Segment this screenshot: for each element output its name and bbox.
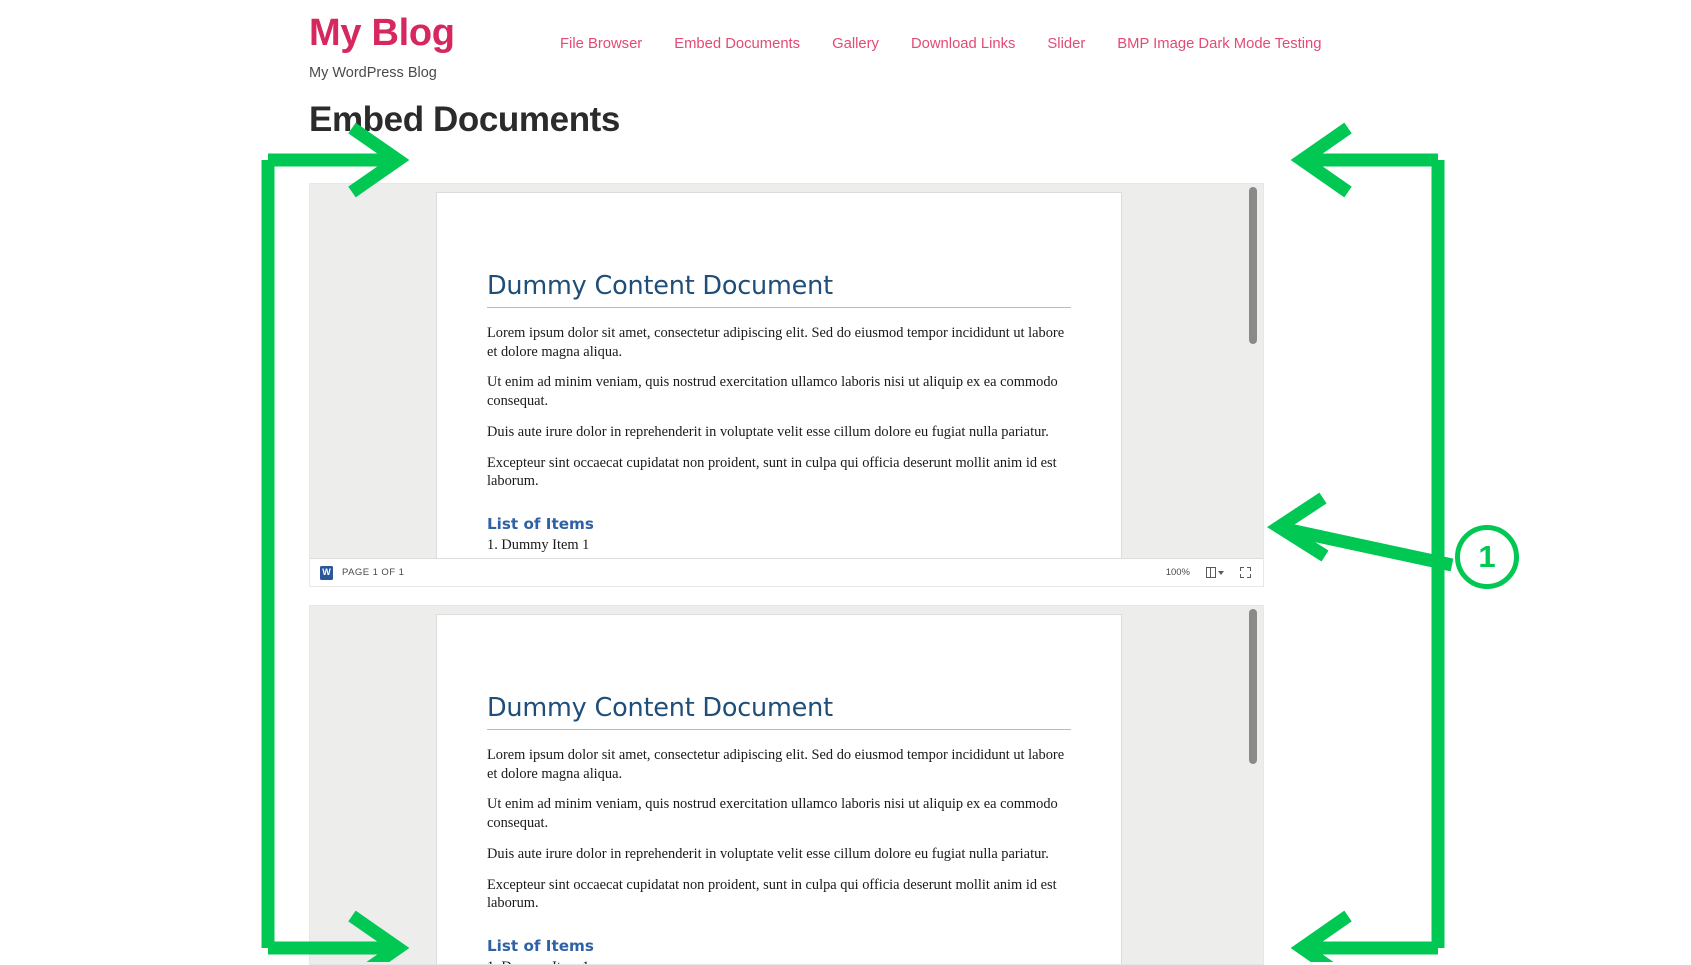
document-paragraph: Excepteur sint occaecat cupidatat non pr… [487, 876, 1057, 912]
page-title: Embed Documents [309, 100, 620, 139]
document-paragraph: Duis aute irure dolor in reprehenderit i… [487, 423, 1049, 440]
embed-frame: Dummy Content Document Lorem ipsum dolor… [309, 605, 1264, 965]
chevron-down-icon [1218, 570, 1224, 575]
site-tagline: My WordPress Blog [309, 64, 437, 81]
annotation-step-badge: 1 [1455, 525, 1519, 589]
document-paragraph: Duis aute irure dolor in reprehenderit i… [487, 845, 1049, 862]
viewer-vertical-scrollbar[interactable] [1249, 609, 1257, 961]
nav-item-file-browser[interactable]: File Browser [560, 36, 658, 52]
scrollbar-thumb[interactable] [1249, 187, 1257, 344]
nav-item-gallery[interactable]: Gallery [816, 36, 895, 52]
document-paragraph: Excepteur sint occaecat cupidatat non pr… [487, 454, 1057, 490]
site-branding: My Blog My WordPress Blog [309, 13, 455, 81]
site-title[interactable]: My Blog [309, 13, 455, 54]
document-embed-viewer-1[interactable]: Dummy Content Document Lorem ipsum dolor… [309, 183, 1264, 587]
document-paragraph: Ut enim ad minim veniam, quis nostrud ex… [487, 796, 1058, 832]
toolbar-left-group: PAGE 1 OF 1 [320, 565, 405, 580]
document-list-heading: List of Items [487, 937, 594, 956]
document-heading: Dummy Content Document [487, 271, 833, 301]
annotation-arrowhead-badge-pointer [1267, 492, 1329, 562]
embed-frame: Dummy Content Document Lorem ipsum dolor… [309, 183, 1264, 587]
toolbar-right-group: 100% [1166, 566, 1251, 579]
annotation-badge-pointer [1283, 522, 1454, 572]
document-paragraph: Ut enim ad minim veniam, quis nostrud ex… [487, 374, 1058, 410]
document-paragraph: Lorem ipsum dolor sit amet, consectetur … [487, 325, 1065, 360]
document-paragraph: Lorem ipsum dolor sit amet, consectetur … [487, 747, 1065, 782]
viewer-vertical-scrollbar[interactable] [1249, 187, 1257, 555]
document-heading-rule [487, 729, 1071, 730]
viewer-scroll-area[interactable]: Dummy Content Document Lorem ipsum dolor… [310, 184, 1263, 558]
viewer-scroll-area[interactable]: Dummy Content Document Lorem ipsum dolor… [310, 606, 1263, 964]
document-heading: Dummy Content Document [487, 693, 833, 723]
document-heading-rule [487, 307, 1071, 308]
nav-item-download-links[interactable]: Download Links [895, 36, 1031, 52]
document-embed-viewer-2[interactable]: Dummy Content Document Lorem ipsum dolor… [309, 605, 1264, 965]
document-page: Dummy Content Document Lorem ipsum dolor… [436, 614, 1122, 964]
page-fit-button[interactable] [1206, 566, 1224, 579]
nav-item-slider[interactable]: Slider [1031, 36, 1101, 52]
document-list-item: 1. Dummy Item 1 [487, 958, 1071, 964]
page-indicator: PAGE 1 OF 1 [342, 567, 405, 578]
annotation-arrowhead-top-right [1290, 122, 1352, 198]
primary-navigation: File Browser Embed Documents Gallery Dow… [560, 36, 1338, 52]
zoom-level-label[interactable]: 100% [1166, 567, 1190, 578]
scrollbar-thumb[interactable] [1249, 609, 1257, 764]
site-header: My Blog My WordPress Blog File Browser E… [0, 0, 1691, 96]
word-document-icon [320, 565, 333, 580]
document-page: Dummy Content Document Lorem ipsum dolor… [436, 192, 1122, 558]
nav-item-bmp-image-dark-mode-testing[interactable]: BMP Image Dark Mode Testing [1101, 36, 1337, 52]
viewer-toolbar: PAGE 1 OF 1 100% [310, 558, 1263, 586]
nav-item-embed-documents[interactable]: Embed Documents [658, 36, 816, 52]
page-fit-icon [1206, 566, 1216, 579]
fullscreen-icon[interactable] [1240, 567, 1251, 578]
document-list-item: 1. Dummy Item 1 [487, 537, 590, 554]
annotation-arrowhead-bottom-right [1290, 910, 1352, 962]
document-list-heading: List of Items [487, 515, 594, 534]
